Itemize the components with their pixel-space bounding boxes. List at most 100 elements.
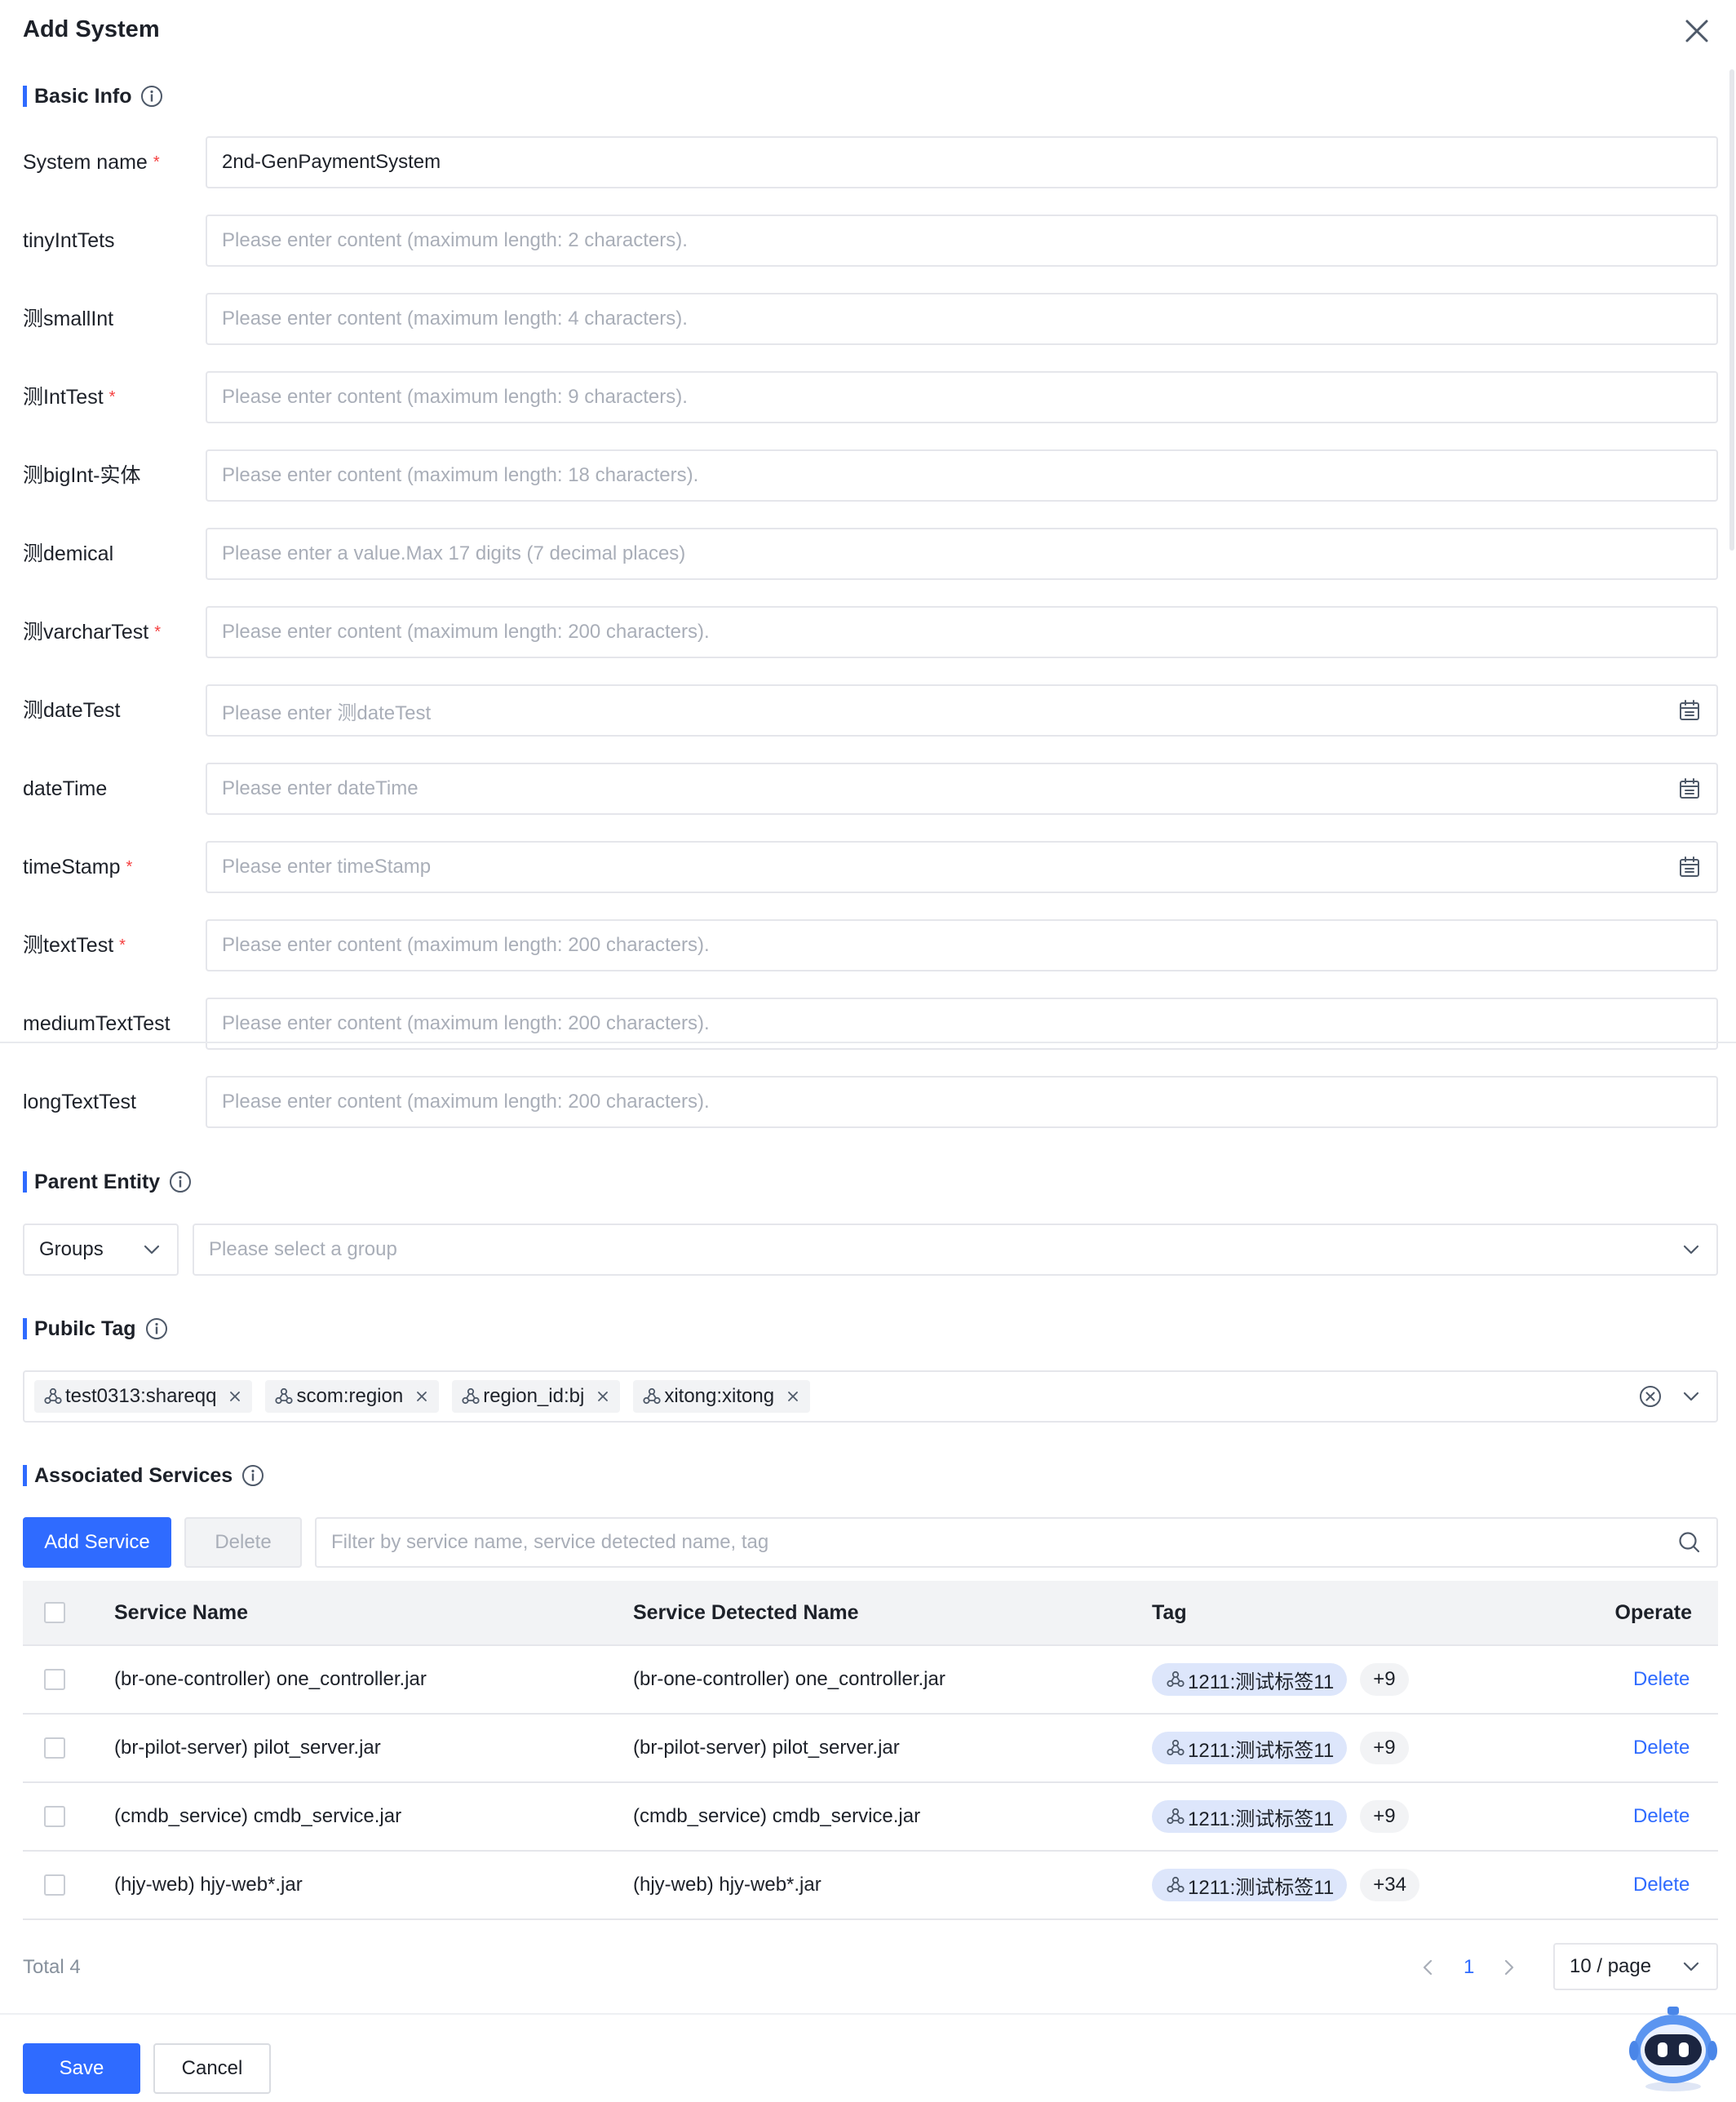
next-page-icon[interactable] xyxy=(1498,1957,1519,1978)
service-tag-label: 1211:测试标签11 xyxy=(1188,1739,1335,1762)
input-placeholder: Please enter content (maximum length: 4 … xyxy=(222,308,688,330)
more-tags-badge[interactable]: +9 xyxy=(1360,1732,1409,1764)
detected-name-cell: (br-pilot-server) pilot_server.jar xyxy=(633,1737,900,1759)
public-tag-chip[interactable]: region_id:bj xyxy=(452,1380,621,1413)
date-picker-field[interactable]: Please enter dateTime xyxy=(206,763,1718,815)
public-tag-chip[interactable]: xitong:xitong xyxy=(633,1380,811,1413)
tag-icon xyxy=(1167,1671,1185,1688)
calendar-icon[interactable] xyxy=(1677,698,1702,723)
text-input-field[interactable]: Please enter content (maximum length: 9 … xyxy=(206,371,1718,423)
prev-page-icon[interactable] xyxy=(1418,1957,1439,1978)
section-accent-bar xyxy=(23,1318,27,1339)
service-filter-input[interactable]: Filter by service name, service detected… xyxy=(315,1517,1718,1568)
page-size-select[interactable]: 10 / page xyxy=(1553,1943,1718,1990)
tag-icon xyxy=(275,1387,294,1405)
row-checkbox[interactable] xyxy=(44,1669,65,1690)
public-tag-chip[interactable]: test0313:shareqq xyxy=(34,1380,253,1413)
tag-cell: 1211:测试标签11 +34 xyxy=(1152,1869,1588,1901)
scrollbar[interactable] xyxy=(1729,69,1734,551)
detected-name-cell: (cmdb_service) cmdb_service.jar xyxy=(633,1805,921,1827)
more-tags-badge[interactable]: +9 xyxy=(1360,1800,1409,1833)
tag-icon xyxy=(1167,1808,1185,1825)
delete-row-link[interactable]: Delete xyxy=(1588,1668,1690,1690)
tag-icon xyxy=(643,1387,661,1405)
delete-row-link[interactable]: Delete xyxy=(1588,1737,1690,1759)
field-label: mediumTextTest xyxy=(23,1011,170,1036)
info-icon[interactable] xyxy=(145,1317,168,1340)
text-input-field[interactable]: 2nd-GenPaymentSystem xyxy=(206,136,1718,188)
calendar-icon[interactable] xyxy=(1677,777,1702,801)
service-tag-label: 1211:测试标签11 xyxy=(1188,1671,1335,1693)
field-label: 测smallInt xyxy=(23,307,113,331)
field-label: 测varcharTest * xyxy=(23,620,161,644)
field-label: longTextTest xyxy=(23,1090,136,1114)
calendar-icon[interactable] xyxy=(1677,855,1702,879)
row-checkbox[interactable] xyxy=(44,1806,65,1827)
field-label: tinyIntTets xyxy=(23,228,115,253)
service-tag[interactable]: 1211:测试标签11 xyxy=(1152,1732,1348,1764)
text-input-field[interactable]: Please enter content (maximum length: 20… xyxy=(206,606,1718,658)
save-button[interactable]: Save xyxy=(23,2043,140,2094)
public-tag-select[interactable]: test0313:shareqq scom:region region_id:bj x… xyxy=(23,1370,1718,1423)
text-input-field[interactable]: Please enter content (maximum length: 2 … xyxy=(206,215,1718,267)
public-tag-chip[interactable]: scom:region xyxy=(265,1380,440,1413)
close-icon[interactable] xyxy=(1682,16,1712,46)
column-header-detected-name[interactable]: Service Detected Name xyxy=(633,1601,1152,1625)
text-input-field[interactable]: Please enter content (maximum length: 18… xyxy=(206,449,1718,502)
group-select[interactable]: Please select a group xyxy=(193,1224,1718,1276)
cancel-button[interactable]: Cancel xyxy=(153,2043,271,2094)
column-header-service-name[interactable]: Service Name xyxy=(114,1601,633,1625)
text-input-field[interactable]: Please enter content (maximum length: 20… xyxy=(206,1076,1718,1128)
input-placeholder: Please enter content (maximum length: 9 … xyxy=(222,386,688,408)
add-service-button[interactable]: Add Service xyxy=(23,1517,171,1568)
info-icon[interactable] xyxy=(241,1464,264,1487)
field-label-text: 测IntTest xyxy=(23,386,104,409)
column-header-operate: Operate xyxy=(1614,1600,1692,1624)
select-all-checkbox[interactable] xyxy=(44,1602,65,1623)
field-label: 测textTest * xyxy=(23,933,126,958)
date-picker-field[interactable]: Please enter 测dateTest xyxy=(206,684,1718,737)
field-label-text: 测demical xyxy=(23,542,114,565)
service-tag[interactable]: 1211:测试标签11 xyxy=(1152,1663,1348,1696)
row-checkbox[interactable] xyxy=(44,1874,65,1896)
info-icon[interactable] xyxy=(169,1170,192,1193)
delete-services-button[interactable]: Delete xyxy=(184,1517,302,1568)
service-tag[interactable]: 1211:测试标签11 xyxy=(1152,1869,1348,1901)
more-tags-badge[interactable]: +34 xyxy=(1360,1869,1419,1901)
delete-row-link[interactable]: Delete xyxy=(1588,1874,1690,1896)
text-input-field[interactable]: Please enter a value.Max 17 digits (7 de… xyxy=(206,528,1718,580)
clear-icon[interactable] xyxy=(1638,1384,1663,1409)
table-body: (br-one-controller) one_controller.jar (b… xyxy=(23,1646,1718,1920)
date-picker-field[interactable]: Please enter timeStamp xyxy=(206,841,1718,893)
more-tags-badge[interactable]: +9 xyxy=(1360,1663,1409,1696)
input-placeholder: Please enter content (maximum length: 20… xyxy=(222,934,710,956)
input-placeholder: Please enter content (maximum length: 20… xyxy=(222,621,710,643)
service-tag[interactable]: 1211:测试标签11 xyxy=(1152,1800,1348,1833)
text-input-field[interactable]: Please enter content (maximum length: 4 … xyxy=(206,293,1718,345)
info-icon[interactable] xyxy=(140,85,163,108)
field-label-text: 测textTest xyxy=(23,934,114,957)
parent-type-value: Groups xyxy=(39,1238,104,1260)
parent-type-select[interactable]: Groups xyxy=(23,1224,179,1276)
footer-divider xyxy=(0,2013,1736,2015)
section-title-parent-entity: Parent Entity xyxy=(34,1170,161,1193)
field-label-text: dateTime xyxy=(23,777,108,800)
remove-tag-icon[interactable] xyxy=(414,1389,429,1404)
assistant-robot-icon[interactable] xyxy=(1627,2002,1720,2093)
row-checkbox[interactable] xyxy=(44,1737,65,1759)
page-number[interactable]: 1 xyxy=(1464,1956,1474,1979)
field-label: System name * xyxy=(23,150,160,175)
section-accent-bar xyxy=(23,86,27,107)
input-placeholder: Please enter dateTime xyxy=(222,777,418,799)
search-icon[interactable] xyxy=(1677,1530,1702,1555)
remove-tag-icon[interactable] xyxy=(786,1389,800,1404)
field-label-text: longTextTest xyxy=(23,1091,136,1113)
section-title-associated-services: Associated Services xyxy=(34,1463,233,1487)
text-input-field[interactable]: Please enter content (maximum length: 20… xyxy=(206,919,1718,971)
tag-cell: 1211:测试标签11 +9 xyxy=(1152,1732,1588,1764)
delete-row-link[interactable]: Delete xyxy=(1588,1805,1690,1827)
field-label-text: tinyIntTets xyxy=(23,229,115,252)
remove-tag-icon[interactable] xyxy=(596,1389,610,1404)
remove-tag-icon[interactable] xyxy=(228,1389,242,1404)
tag-cell: 1211:测试标签11 +9 xyxy=(1152,1800,1588,1833)
